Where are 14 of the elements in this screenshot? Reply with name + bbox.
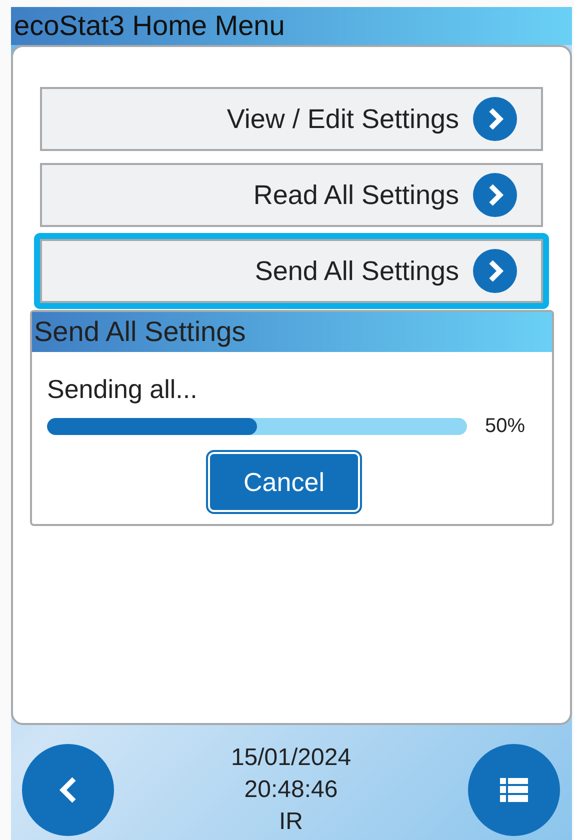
chevron-right-icon [473,173,517,217]
chevron-right-icon [473,97,517,141]
list-icon [500,778,528,802]
chevron-right-icon [473,249,517,293]
mode-text: IR [279,806,303,836]
menu-button[interactable]: Send All Settings [34,233,549,309]
dialog-title: Send All Settings [34,316,246,348]
back-icon [59,776,77,802]
date-text: 15/01/2024 [230,742,352,772]
time-text: 20:48:46 [244,774,338,804]
progress-reading: 50% [484,415,525,438]
cancel-button[interactable]: Cancel [208,452,360,512]
window-title: ecoStat3 Home Menu [14,10,285,42]
status-message: Sending all... [47,374,198,404]
